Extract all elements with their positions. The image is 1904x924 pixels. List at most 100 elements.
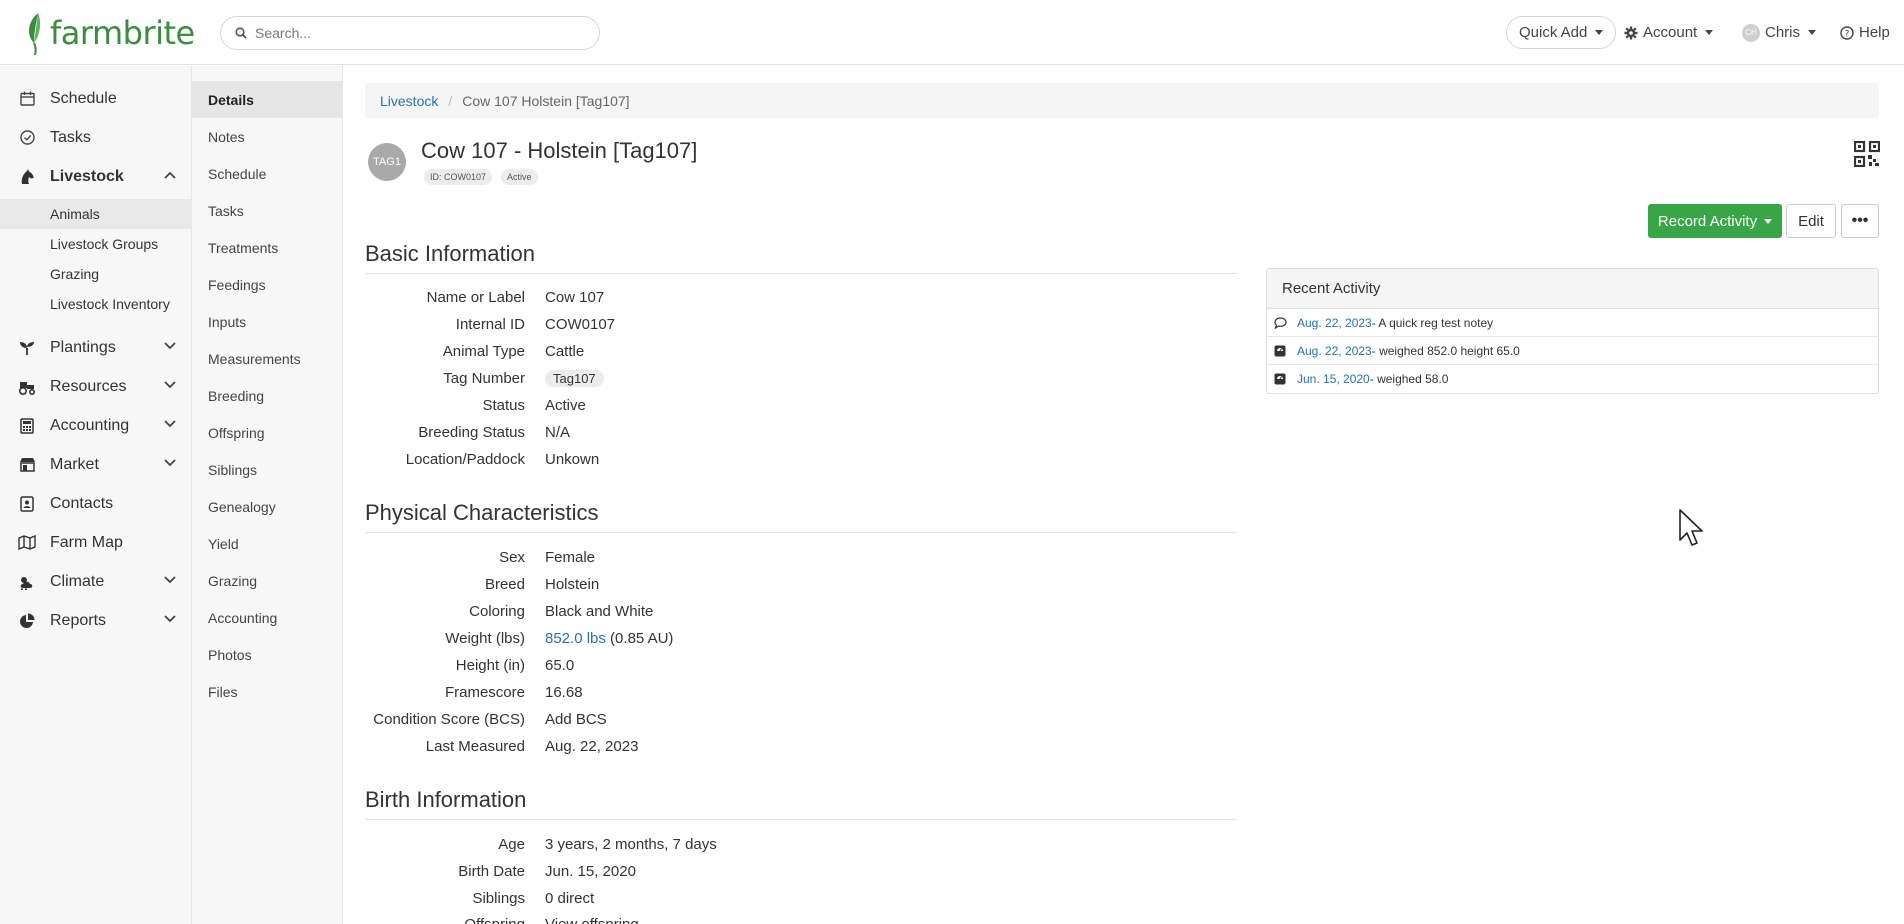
mouse-cursor-icon	[1679, 509, 1703, 546]
animal-subnav: Details Notes Schedule Tasks Treatments …	[192, 66, 343, 924]
subnav-measurements[interactable]: Measurements	[192, 340, 342, 377]
search-box[interactable]	[220, 16, 600, 50]
search-input[interactable]	[255, 25, 575, 41]
more-options-button[interactable]: •••	[1841, 204, 1879, 238]
sidebar-item-tasks[interactable]: Tasks	[0, 118, 192, 157]
subnav-schedule[interactable]: Schedule	[192, 155, 342, 192]
field-row: Tag Number Tag107	[365, 370, 1225, 392]
sidebar-item-climate[interactable]: Climate	[0, 562, 192, 601]
help-link[interactable]: ? Help	[1840, 16, 1890, 49]
chevron-down-icon	[164, 381, 176, 389]
activity-item: Jun. 15, 2020 - weighed 58.0	[1267, 365, 1878, 393]
sidebar-item-reports[interactable]: Reports	[0, 601, 192, 640]
subnav-breeding[interactable]: Breeding	[192, 377, 342, 414]
weight-link[interactable]: 852.0 lbs	[545, 630, 606, 647]
sex-link[interactable]: Female	[545, 549, 595, 566]
account-menu[interactable]: Account	[1624, 16, 1714, 49]
edit-button[interactable]: Edit	[1786, 204, 1836, 238]
breed-link[interactable]: Holstein	[545, 576, 599, 593]
field-value: 3 years, 2 months, 7 days	[545, 836, 717, 853]
id-badge: ID: COW0107	[424, 169, 493, 185]
farmbrite-logo[interactable]: farmbrite	[24, 10, 195, 56]
section-heading-physical: Physical Characteristics	[365, 500, 1237, 533]
recent-activity-heading: Recent Activity	[1267, 269, 1878, 309]
subnav-genealogy[interactable]: Genealogy	[192, 488, 342, 525]
sidebar-item-farm-map[interactable]: Farm Map	[0, 523, 192, 562]
subnav-yield[interactable]: Yield	[192, 525, 342, 562]
subnav-treatments[interactable]: Treatments	[192, 229, 342, 266]
sidebar-subitem-grazing[interactable]: Grazing	[0, 259, 192, 289]
chevron-down-icon	[164, 420, 176, 428]
gear-icon	[1624, 26, 1638, 39]
calendar-icon	[18, 90, 36, 108]
sidebar-subitem-label: Animals	[50, 206, 100, 222]
user-menu[interactable]: CH Chris	[1742, 16, 1817, 49]
breadcrumb-separator: /	[448, 92, 453, 109]
add-bcs-link[interactable]: Add BCS	[545, 711, 607, 728]
subnav-label: Siblings	[208, 461, 258, 478]
sidebar-item-market[interactable]: Market	[0, 445, 192, 484]
activity-date-link[interactable]: Aug. 22, 2023	[1297, 344, 1372, 358]
recent-activity-panel: Recent Activity Aug. 22, 2023 - A quick …	[1266, 268, 1879, 394]
activity-date-link[interactable]: Aug. 22, 2023	[1297, 316, 1372, 330]
field-label: Sex	[499, 549, 525, 566]
subnav-photos[interactable]: Photos	[192, 636, 342, 673]
subnav-accounting[interactable]: Accounting	[192, 599, 342, 636]
sidebar-item-contacts[interactable]: Contacts	[0, 484, 192, 523]
sidebar-subitem-animals[interactable]: Animals	[0, 199, 192, 229]
subnav-siblings[interactable]: Siblings	[192, 451, 342, 488]
subnav-details[interactable]: Details	[192, 81, 342, 118]
last-measured-link[interactable]: Aug. 22, 2023	[545, 738, 638, 755]
animal-type-link[interactable]: Cattle	[545, 343, 584, 360]
field-label: Offspring	[464, 916, 525, 924]
subnav-tasks[interactable]: Tasks	[192, 192, 342, 229]
tag-number-badge: Tag107	[545, 370, 604, 387]
sidebar-item-label: Farm Map	[50, 533, 123, 551]
activity-date-link[interactable]: Jun. 15, 2020	[1297, 372, 1370, 386]
activity-item: Aug. 22, 2023 - A quick reg test notey	[1267, 309, 1878, 337]
offspring-link[interactable]: View offspring	[545, 916, 639, 924]
sidebar-item-resources[interactable]: Resources	[0, 367, 192, 406]
record-activity-button[interactable]: Record Activity	[1648, 204, 1782, 238]
breadcrumb-current: Cow 107 Holstein [Tag107]	[462, 92, 630, 109]
activity-text: - A quick reg test notey	[1371, 315, 1494, 330]
subnav-offspring[interactable]: Offspring	[192, 414, 342, 451]
weight-value: 852.0 lbs (0.85 AU)	[545, 630, 673, 647]
breadcrumb-livestock-link[interactable]: Livestock	[380, 93, 438, 109]
location-link[interactable]: Unkown	[545, 451, 599, 468]
quick-add-button[interactable]: Quick Add	[1506, 16, 1617, 49]
breadcrumb: Livestock / Cow 107 Holstein [Tag107]	[365, 83, 1879, 118]
field-value: 16.68	[545, 684, 583, 701]
field-row: Animal Type Cattle	[365, 343, 1225, 365]
subnav-label: Treatments	[208, 239, 279, 256]
chevron-up-icon	[164, 171, 176, 179]
sidebar-subitem-livestock-inventory[interactable]: Livestock Inventory	[0, 289, 192, 319]
field-row: Last Measured Aug. 22, 2023	[365, 738, 1225, 760]
subnav-notes[interactable]: Notes	[192, 118, 342, 155]
question-circle-icon: ?	[1840, 25, 1854, 40]
height-link[interactable]: 65.0	[545, 657, 574, 674]
subnav-label: Breeding	[208, 387, 265, 404]
map-icon	[18, 534, 36, 552]
sidebar-item-plantings[interactable]: Plantings	[0, 328, 192, 367]
subnav-grazing[interactable]: Grazing	[192, 562, 342, 599]
breeding-status-link[interactable]: N/A	[545, 424, 570, 441]
status-link[interactable]: Active	[545, 397, 586, 414]
subnav-inputs[interactable]: Inputs	[192, 303, 342, 340]
siblings-link[interactable]: 0 direct	[545, 890, 594, 907]
field-row: Age 3 years, 2 months, 7 days	[365, 836, 1225, 858]
section-heading-basic: Basic Information	[365, 241, 1237, 274]
qr-code-icon[interactable]	[1854, 141, 1880, 167]
scale-icon	[1273, 372, 1287, 386]
sidebar-item-livestock[interactable]: Livestock	[0, 157, 192, 196]
field-label: Height (in)	[455, 657, 525, 674]
subnav-feedings[interactable]: Feedings	[192, 266, 342, 303]
avatar: CH	[1742, 23, 1760, 42]
sidebar-item-accounting[interactable]: Accounting	[0, 406, 192, 445]
subnav-files[interactable]: Files	[192, 673, 342, 710]
sidebar-item-label: Schedule	[50, 89, 117, 107]
field-row: Name or Label Cow 107	[365, 289, 1225, 311]
sidebar-item-schedule[interactable]: Schedule	[0, 79, 192, 118]
subnav-label: Files	[208, 683, 238, 700]
sidebar-subitem-livestock-groups[interactable]: Livestock Groups	[0, 229, 192, 259]
